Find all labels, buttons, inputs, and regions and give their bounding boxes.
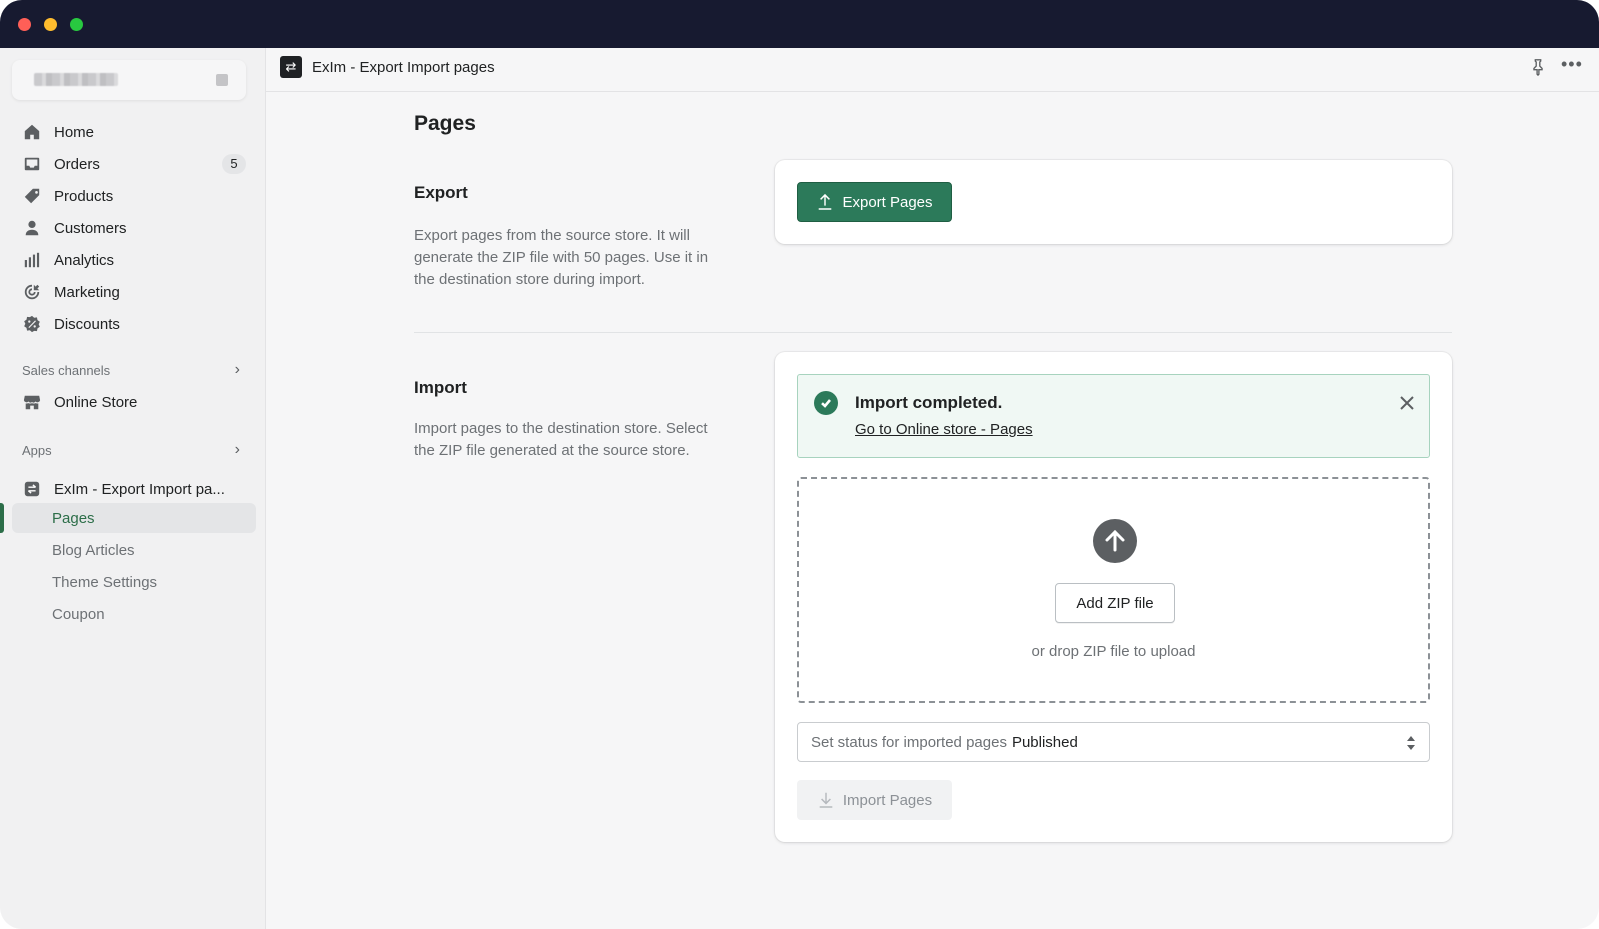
nav-item-home[interactable]: Home	[12, 116, 256, 148]
import-pages-button[interactable]: Import Pages	[797, 780, 952, 820]
nav-item-online-store[interactable]: Online Store	[12, 386, 256, 418]
person-icon	[22, 218, 42, 238]
home-icon	[22, 122, 42, 142]
nav-item-label: Customers	[54, 219, 127, 237]
go-to-online-store-pages-link[interactable]: Go to Online store - Pages	[855, 421, 1033, 438]
app-window: Home Orders 5 Products Customers Analyti…	[0, 0, 1599, 929]
sub-item-label: Blog Articles	[52, 541, 135, 559]
app-icon	[22, 479, 42, 499]
nav-item-label: ExIm - Export Import pa...	[54, 480, 225, 498]
minimize-window-button[interactable]	[44, 18, 57, 31]
nav-item-customers[interactable]: Customers	[12, 212, 256, 244]
import-section-title: Import	[414, 378, 467, 397]
download-icon	[819, 792, 833, 808]
import-status-select[interactable]: Set status for imported pages Published	[797, 722, 1430, 762]
export-pages-label: Export Pages	[842, 193, 933, 211]
chevron-right-icon: ›	[234, 361, 240, 378]
orders-count-badge: 5	[222, 154, 246, 174]
export-pages-button[interactable]: Export Pages	[797, 182, 952, 222]
store-switcher[interactable]	[12, 60, 246, 100]
discount-icon	[22, 314, 42, 334]
app-logo-glyph: ⇄	[285, 59, 297, 74]
nav-item-label: Discounts	[54, 315, 120, 333]
upload-arrow-icon	[1093, 519, 1137, 563]
import-success-banner: Import completed. Go to Online store - P…	[797, 374, 1430, 458]
nav-item-analytics[interactable]: Analytics	[12, 244, 256, 276]
sub-item-label: Coupon	[52, 605, 105, 623]
apps-label: Apps	[22, 442, 52, 458]
target-icon	[22, 282, 42, 302]
sub-item-pages[interactable]: Pages	[12, 503, 256, 533]
apps-header[interactable]: Apps ›	[22, 440, 246, 460]
pin-icon[interactable]	[1529, 58, 1547, 76]
sub-item-label: Pages	[52, 509, 95, 527]
status-select-value: Published	[1011, 733, 1078, 751]
page-title: Pages	[414, 112, 476, 135]
close-window-button[interactable]	[18, 18, 31, 31]
section-divider	[414, 332, 1452, 333]
upload-icon	[819, 193, 832, 210]
nav-item-marketing[interactable]: Marketing	[12, 276, 256, 308]
bar-chart-icon	[22, 250, 42, 270]
status-select-label: Set status for imported pages	[811, 733, 1007, 751]
zip-dropzone[interactable]: Add ZIP file or drop ZIP file to upload	[797, 477, 1430, 703]
orders-icon	[22, 154, 42, 174]
add-zip-file-button[interactable]: Add ZIP file	[1055, 583, 1175, 623]
export-card: Export Pages	[775, 160, 1452, 244]
select-arrows-icon	[1407, 736, 1415, 750]
nav-item-discounts[interactable]: Discounts	[12, 308, 256, 340]
nav-item-label: Analytics	[54, 251, 115, 269]
sales-channels-label: Sales channels	[22, 362, 111, 378]
nav-item-label: Products	[54, 187, 114, 205]
app-logo: ⇄	[280, 56, 302, 78]
nav-item-orders[interactable]: Orders 5	[12, 148, 256, 180]
active-indicator	[0, 503, 4, 533]
store-avatar	[216, 74, 228, 86]
import-pages-label: Import Pages	[842, 791, 933, 809]
chevron-right-icon: ›	[234, 441, 240, 458]
nav-item-label: Marketing	[54, 283, 120, 301]
import-section-description: Import pages to the destination store. S…	[414, 420, 708, 459]
sub-item-label: Theme Settings	[52, 573, 158, 591]
nav-item-products[interactable]: Products	[12, 180, 256, 212]
window-titlebar	[0, 0, 1599, 48]
sidebar: Home Orders 5 Products Customers Analyti…	[0, 48, 266, 929]
nav-item-label: Orders	[54, 155, 100, 173]
maximize-window-button[interactable]	[70, 18, 83, 31]
app-header: ⇄ ExIm - Export Import pages •••	[266, 48, 1599, 92]
sub-item-blog-articles[interactable]: Blog Articles	[12, 535, 256, 565]
tag-icon	[22, 186, 42, 206]
sub-item-coupon[interactable]: Coupon	[12, 599, 256, 629]
sub-item-theme-settings[interactable]: Theme Settings	[12, 567, 256, 597]
close-icon[interactable]	[1397, 393, 1417, 413]
nav-item-exim-app[interactable]: ExIm - Export Import pa...	[12, 473, 256, 505]
nav-item-label: Online Store	[54, 393, 138, 411]
export-section-title: Export	[414, 183, 468, 202]
app-title: ExIm - Export Import pages	[312, 59, 495, 76]
more-horizontal-icon[interactable]: •••	[1561, 55, 1583, 76]
store-name-redacted	[34, 73, 118, 86]
banner-title: Import completed.	[855, 393, 1003, 412]
checkmark-circle-icon	[814, 391, 838, 415]
sales-channels-header[interactable]: Sales channels ›	[22, 360, 246, 380]
export-section-description: Export pages from the source store. It w…	[414, 227, 709, 288]
dropzone-hint: or drop ZIP file to upload	[1031, 643, 1196, 660]
import-card: Import completed. Go to Online store - P…	[775, 352, 1452, 842]
nav-item-label: Home	[54, 123, 95, 141]
store-icon	[22, 392, 42, 412]
